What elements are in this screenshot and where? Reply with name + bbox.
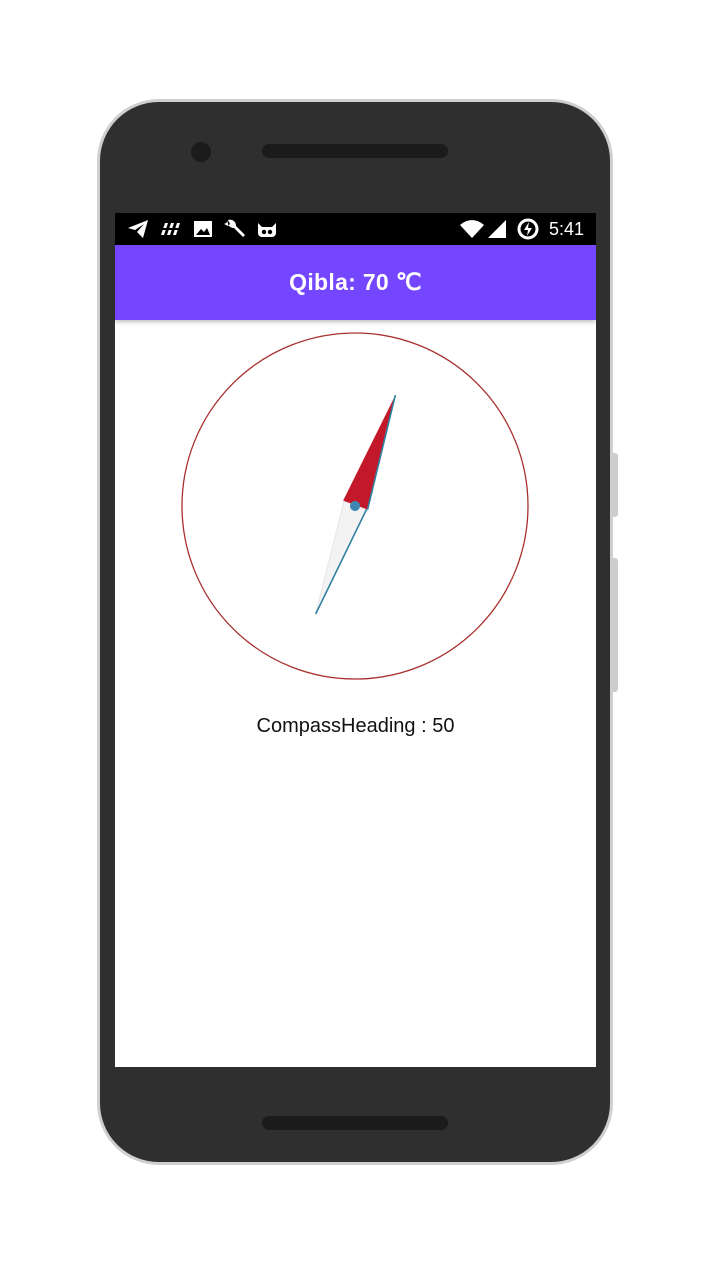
page-title: Qibla: 70 ℃ <box>289 269 422 295</box>
status-time: 5:41 <box>548 219 584 239</box>
compass-heading-label: CompassHeading : 50 <box>256 715 455 737</box>
earpiece-speaker <box>262 144 448 158</box>
app-screen: 5:41 Qibla: 70 ℃ CompassHeading : 50 <box>115 213 596 1067</box>
compass-dial <box>181 332 529 680</box>
bottom-speaker <box>262 1116 448 1130</box>
cyanogen-icon <box>255 219 279 239</box>
needle-south <box>315 500 368 615</box>
volume-button <box>612 453 618 517</box>
wifi-icon <box>459 219 485 239</box>
image-icon <box>193 219 213 239</box>
wrench-icon <box>223 219 247 239</box>
compass-needle <box>314 394 397 615</box>
needle-north <box>343 395 396 510</box>
battery-charging-icon <box>517 218 539 240</box>
front-camera <box>191 142 211 162</box>
status-bar: 5:41 <box>115 213 596 245</box>
signal-icon <box>487 219 507 239</box>
telegram-icon <box>127 219 149 239</box>
flipboard-icon <box>159 219 183 239</box>
power-button <box>612 558 618 692</box>
app-bar: Qibla: 70 ℃ <box>115 245 596 320</box>
